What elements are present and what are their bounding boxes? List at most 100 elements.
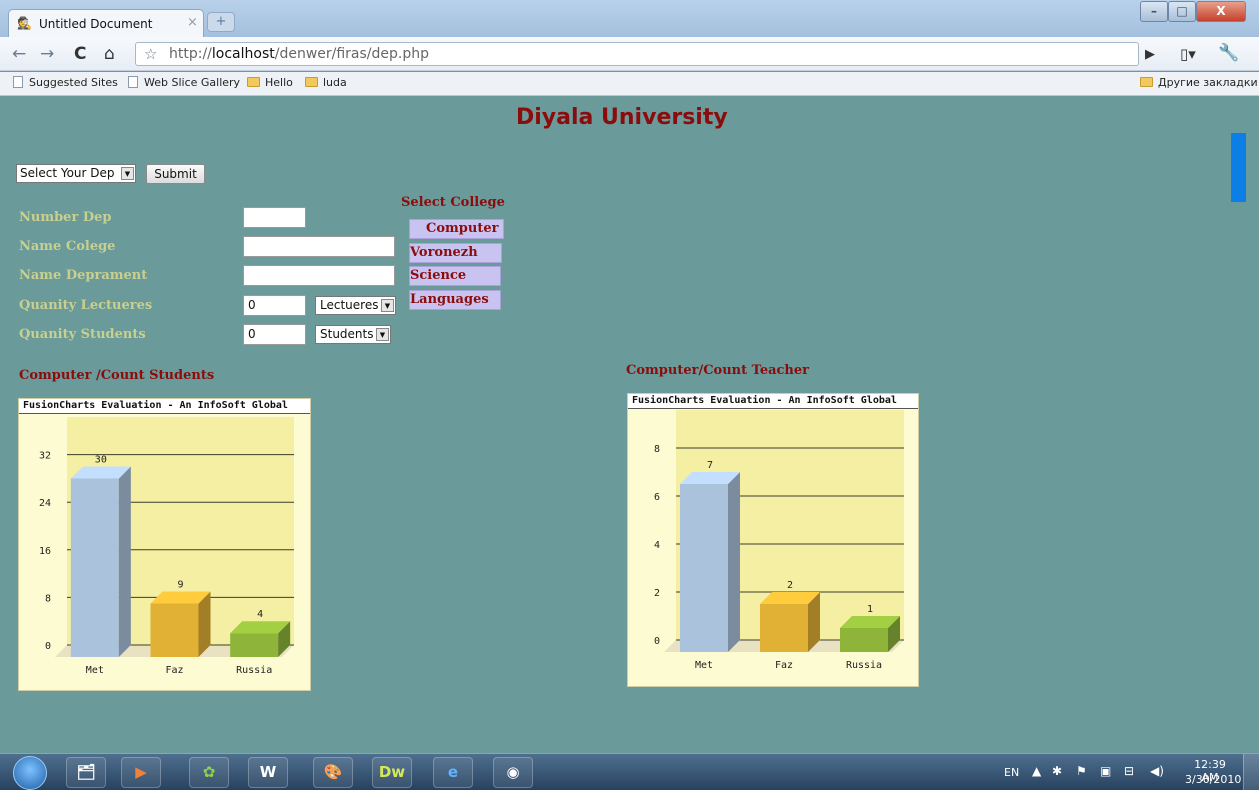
scrollbar-thumb[interactable] — [1231, 133, 1246, 202]
quantity-students-input[interactable]: 0 — [243, 324, 306, 345]
teachers-chart-svg: 0 2 4 6 8 7 Met 2 Faz 1 Russia — [654, 410, 904, 671]
chrome-icon[interactable]: ◉ — [493, 757, 533, 788]
close-window-button[interactable]: X — [1196, 1, 1246, 22]
y-tick-label: 8 — [45, 593, 51, 604]
college-item-science[interactable]: Science — [409, 266, 501, 286]
folder-icon — [247, 77, 260, 87]
page-menu-icon[interactable]: ▯▾ — [1180, 45, 1196, 63]
y-tick-label: 16 — [39, 546, 51, 557]
students-chart-title: Computer /Count Students — [19, 368, 215, 383]
bar-value-label: 30 — [95, 455, 107, 466]
volume-icon[interactable]: ◀) — [1150, 764, 1164, 778]
new-tab-button[interactable]: + — [207, 12, 235, 32]
url-text[interactable]: http://localhost/denwer/firas/dep.php — [169, 46, 429, 62]
bar — [70, 478, 119, 657]
quantity-lecturers-input[interactable]: 0 — [243, 295, 306, 316]
bar-side — [728, 472, 740, 652]
back-icon[interactable]: ← — [12, 45, 26, 63]
forward-icon[interactable]: → — [40, 45, 54, 63]
bookmark-hello[interactable]: Hello — [247, 76, 293, 89]
y-tick-label: 0 — [45, 641, 51, 652]
flower-app-icon[interactable]: ✿ — [189, 757, 229, 788]
browser-toolbar: ← → C ⌂ ☆ http://localhost/denwer/firas/… — [0, 37, 1259, 71]
department-select-value: Select Your Dep — [20, 166, 115, 180]
browser-titlebar: 🕵 Untitled Document × + – □ X — [0, 0, 1259, 37]
quantity-students-label: Quanity Students — [19, 327, 146, 342]
bar — [230, 633, 279, 657]
dropdown-arrow-icon: ▼ — [121, 167, 134, 180]
bookmark-web-slice-gallery[interactable]: Web Slice Gallery — [128, 76, 240, 89]
college-item-languages[interactable]: Languages — [409, 290, 501, 310]
students-chart: FusionCharts Evaluation - An InfoSoft Gl… — [18, 398, 311, 691]
play-icon[interactable]: ▶ — [1145, 47, 1155, 62]
address-bar[interactable]: ☆ http://localhost/denwer/firas/dep.php — [135, 42, 1139, 66]
submit-button[interactable]: Submit — [146, 164, 205, 184]
wrench-icon[interactable]: 🔧 — [1218, 43, 1239, 63]
bookmark-luda[interactable]: luda — [305, 76, 347, 89]
x-category-label: Met — [695, 660, 713, 671]
name-department-label: Name Deprament — [19, 268, 148, 283]
x-category-label: Russia — [846, 660, 882, 671]
name-department-input[interactable] — [243, 265, 395, 286]
lecturers-select[interactable]: Lectueres ▼ — [315, 296, 396, 315]
lecturers-select-value: Lectueres — [320, 298, 379, 312]
y-tick-label: 32 — [39, 451, 51, 462]
page-icon — [13, 76, 23, 88]
dreamweaver-icon[interactable]: Dw — [372, 757, 412, 788]
paint-icon[interactable]: 🎨 — [313, 757, 353, 788]
page-icon — [128, 76, 138, 88]
language-indicator[interactable]: EN — [1004, 766, 1019, 779]
college-item-voronezh[interactable]: Voronezh — [409, 243, 502, 263]
reload-icon[interactable]: C — [74, 45, 86, 63]
name-college-input[interactable] — [243, 236, 395, 257]
quantity-lecturers-label: Quanity Lectueres — [19, 298, 153, 313]
page-scrollbar[interactable] — [1229, 97, 1259, 753]
dropdown-arrow-icon: ▼ — [376, 328, 389, 341]
y-tick-label: 8 — [654, 444, 660, 455]
tray-expand-icon[interactable]: ▲ — [1032, 764, 1041, 778]
taskbar: 🗂 ▶ ✿ W 🎨 Dw e ◉ EN ▲ ✱ ⚑ ▣ ⊟ ◀) 12:39 A… — [0, 753, 1259, 790]
folder-icon — [305, 77, 318, 87]
media-player-icon[interactable]: ▶ — [121, 757, 161, 788]
folder-icon — [1140, 77, 1153, 87]
x-category-label: Faz — [775, 660, 793, 671]
explorer-icon[interactable]: 🗂 — [66, 757, 106, 788]
start-button[interactable] — [13, 756, 47, 790]
bar-value-label: 9 — [177, 579, 183, 590]
number-dep-input[interactable] — [243, 207, 306, 228]
clock-date[interactable]: 3/30/2010 — [1185, 773, 1241, 786]
number-dep-label: Number Dep — [19, 210, 112, 225]
x-category-label: Faz — [165, 665, 183, 676]
bar-value-label: 2 — [787, 580, 793, 591]
students-chart-svg: 0 8 16 24 32 30 Met 9 Faz 4 Russia — [39, 417, 294, 676]
teachers-chart: FusionCharts Evaluation - An InfoSoft Gl… — [627, 393, 919, 687]
browser-tab[interactable]: 🕵 Untitled Document × — [8, 9, 204, 37]
bar — [760, 604, 808, 652]
star-icon[interactable]: ☆ — [144, 45, 157, 63]
device-icon[interactable]: ▣ — [1100, 764, 1111, 778]
show-desktop-button[interactable] — [1243, 754, 1259, 790]
word-icon[interactable]: W — [248, 757, 288, 788]
flag-icon[interactable]: ⚑ — [1076, 764, 1087, 778]
bar-value-label: 1 — [867, 604, 873, 615]
minimize-button[interactable]: – — [1140, 1, 1168, 22]
internet-explorer-icon[interactable]: e — [433, 757, 473, 788]
maximize-button[interactable]: □ — [1168, 1, 1196, 22]
college-item-computer[interactable]: Computer — [409, 219, 504, 239]
other-bookmarks[interactable]: Другие закладки — [1140, 76, 1258, 89]
bar — [150, 603, 199, 657]
tab-title: Untitled Document — [39, 17, 153, 31]
home-icon[interactable]: ⌂ — [104, 45, 115, 63]
page-title: Diyala University — [516, 105, 728, 130]
teachers-chart-title: Computer/Count Teacher — [626, 363, 810, 378]
bluetooth-icon[interactable]: ✱ — [1052, 764, 1062, 778]
students-select[interactable]: Students ▼ — [315, 325, 391, 344]
network-icon[interactable]: ⊟ — [1124, 764, 1134, 778]
department-select[interactable]: Select Your Dep ▼ — [16, 164, 136, 183]
bar-value-label: 4 — [257, 609, 263, 620]
bookmark-suggested-sites[interactable]: Suggested Sites — [13, 76, 118, 89]
students-select-value: Students — [320, 327, 374, 341]
select-college-title: Select College — [401, 195, 505, 210]
y-tick-label: 6 — [654, 492, 660, 503]
tab-close-button[interactable]: × — [187, 15, 198, 30]
